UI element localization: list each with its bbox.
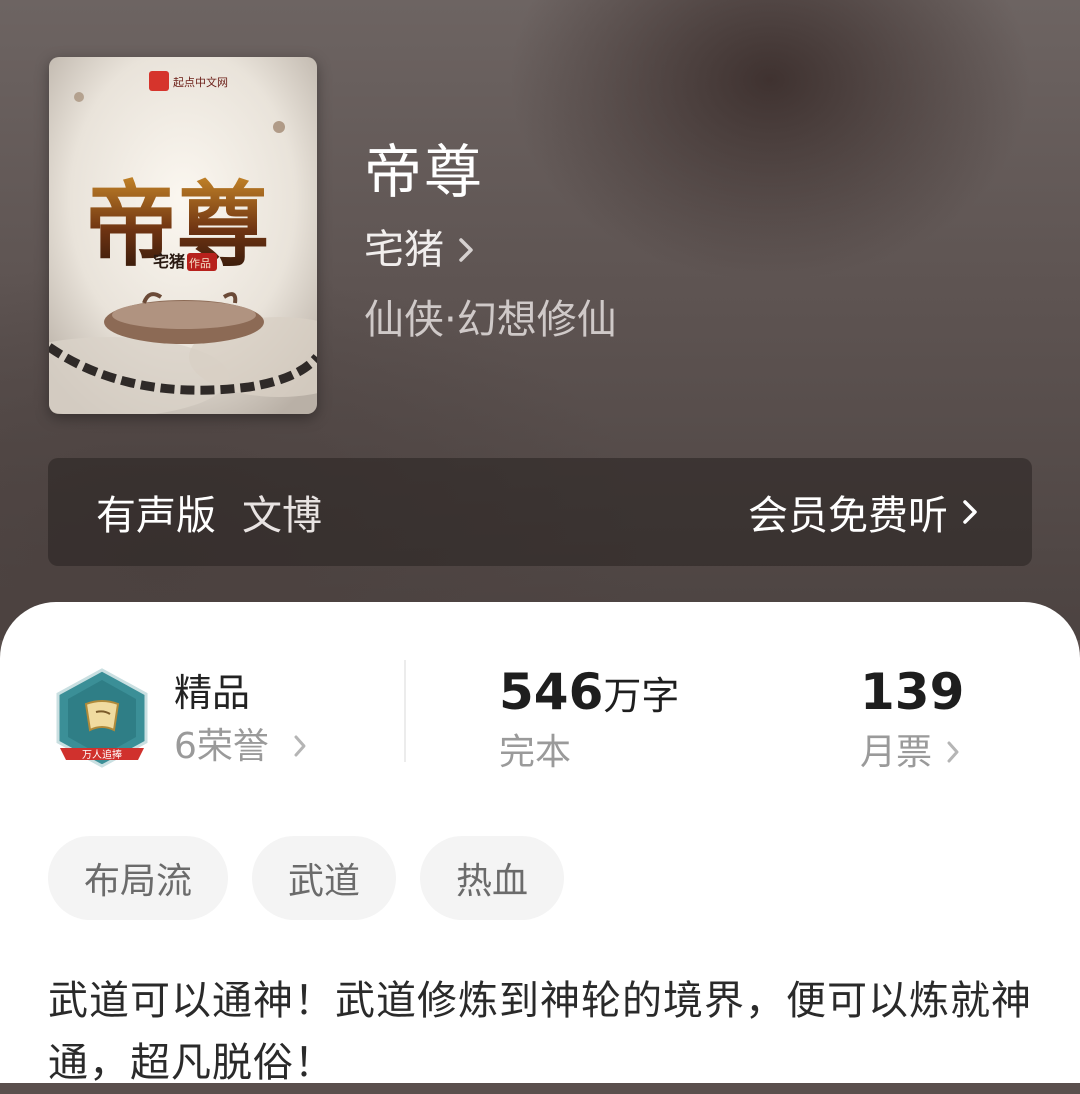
tag-list: 布局流 武道 热血 (48, 836, 565, 920)
chevron-right-icon (946, 728, 960, 778)
author-name: 宅猪 (364, 227, 444, 273)
tag-chip[interactable]: 武道 (252, 836, 397, 920)
monthly-ticket-count: 139 (860, 663, 965, 721)
honor-count-link[interactable]: 6荣誉 (174, 722, 307, 772)
monthly-ticket-label: 月票 (860, 732, 933, 773)
cover-author-art: 宅猪 (153, 252, 185, 271)
honor-count: 6荣誉 (174, 726, 269, 767)
badge-text: 万人追捧 (82, 748, 122, 761)
word-count-number: 546 (499, 663, 604, 721)
author-link[interactable]: 宅猪 (364, 225, 474, 275)
completion-status: 完本 (499, 732, 572, 773)
chevron-right-icon (458, 225, 474, 275)
audiobook-label: 有声版 (96, 493, 216, 539)
stats-divider (404, 660, 406, 762)
member-free-listen-button[interactable]: 会员免费听 (748, 483, 978, 541)
book-title: 帝尊 (364, 138, 485, 206)
audiobook-bar[interactable]: 有声版 文博 会员免费听 (48, 458, 1032, 566)
book-synopsis[interactable]: 武道可以通神！武道修炼到神轮的境界，便可以炼就神通，超凡脱俗！ (48, 970, 1038, 1094)
tag-chip[interactable]: 布局流 (48, 836, 229, 920)
cover-publisher-text: 起点中文网 (173, 75, 228, 89)
book-header: 起点中文网 帝尊 宅猪 作品 帝尊 宅猪 仙侠·幻想修仙 有声版 文博 会员免费… (0, 0, 1080, 640)
chevron-right-icon (293, 722, 307, 772)
word-count-unit: 万字 (603, 674, 680, 718)
book-cover[interactable]: 起点中文网 帝尊 宅猪 作品 (49, 57, 317, 414)
word-count: 546万字 (499, 664, 679, 732)
honor-title: 精品 (174, 671, 251, 715)
tag-chip[interactable]: 热血 (420, 836, 565, 920)
audiobook-narrator: 文博 (242, 493, 322, 539)
monthly-ticket-link[interactable]: 月票 (860, 728, 960, 778)
honor-badge-icon[interactable]: 万人追捧 (52, 668, 152, 776)
book-cover-art: 起点中文网 帝尊 宅猪 作品 (49, 57, 317, 414)
cover-author-suffix-art: 作品 (189, 257, 211, 270)
chevron-right-icon (962, 489, 978, 535)
member-free-listen-label: 会员免费听 (748, 493, 948, 539)
book-genre: 仙侠·幻想修仙 (364, 297, 617, 343)
